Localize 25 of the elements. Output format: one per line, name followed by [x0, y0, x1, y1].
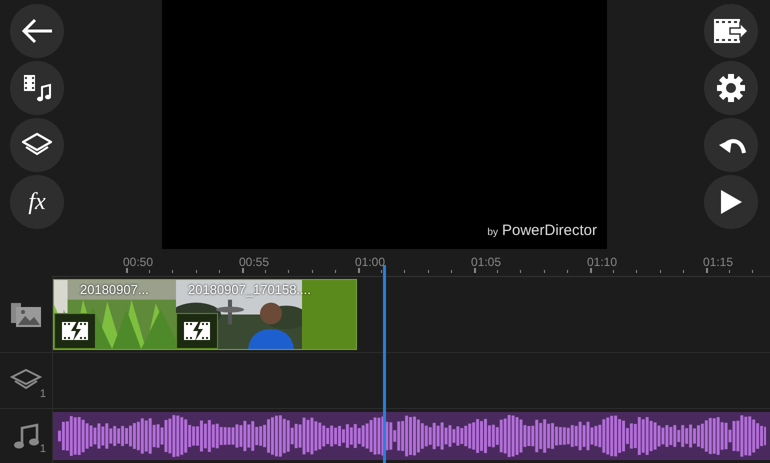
- video-clip[interactable]: 20180907...: [54, 280, 176, 349]
- track-count: 1: [40, 443, 46, 455]
- time-label: 00:50: [122, 255, 154, 269]
- time-label: 01:05: [470, 255, 502, 269]
- time-label: 01:00: [354, 255, 386, 269]
- back-arrow-icon: [20, 17, 54, 45]
- transition-button[interactable]: [54, 313, 96, 349]
- music-note-icon: [12, 422, 40, 450]
- transition-button[interactable]: [176, 313, 218, 349]
- watermark-prefix: by: [487, 227, 498, 238]
- settings-icon: [716, 73, 746, 103]
- film-lightning-icon: [61, 320, 89, 342]
- film-music-icon: [22, 73, 52, 103]
- effects-button[interactable]: fx: [10, 175, 64, 229]
- film-export-icon: [712, 17, 750, 45]
- film-lightning-icon: [183, 320, 211, 342]
- watermark-brand: PowerDirector: [502, 222, 597, 239]
- time-label: 01:15: [702, 255, 734, 269]
- photo-video-icon: [10, 302, 42, 328]
- clip-title: 20180907...: [80, 282, 149, 297]
- time-ruler[interactable]: 00:50 00:55 01:00 01:05 01:10 01:15: [52, 249, 770, 277]
- track-count: 1: [40, 388, 46, 400]
- play-icon: [719, 189, 743, 215]
- time-label: 00:55: [238, 255, 270, 269]
- time-label: 01:10: [586, 255, 618, 269]
